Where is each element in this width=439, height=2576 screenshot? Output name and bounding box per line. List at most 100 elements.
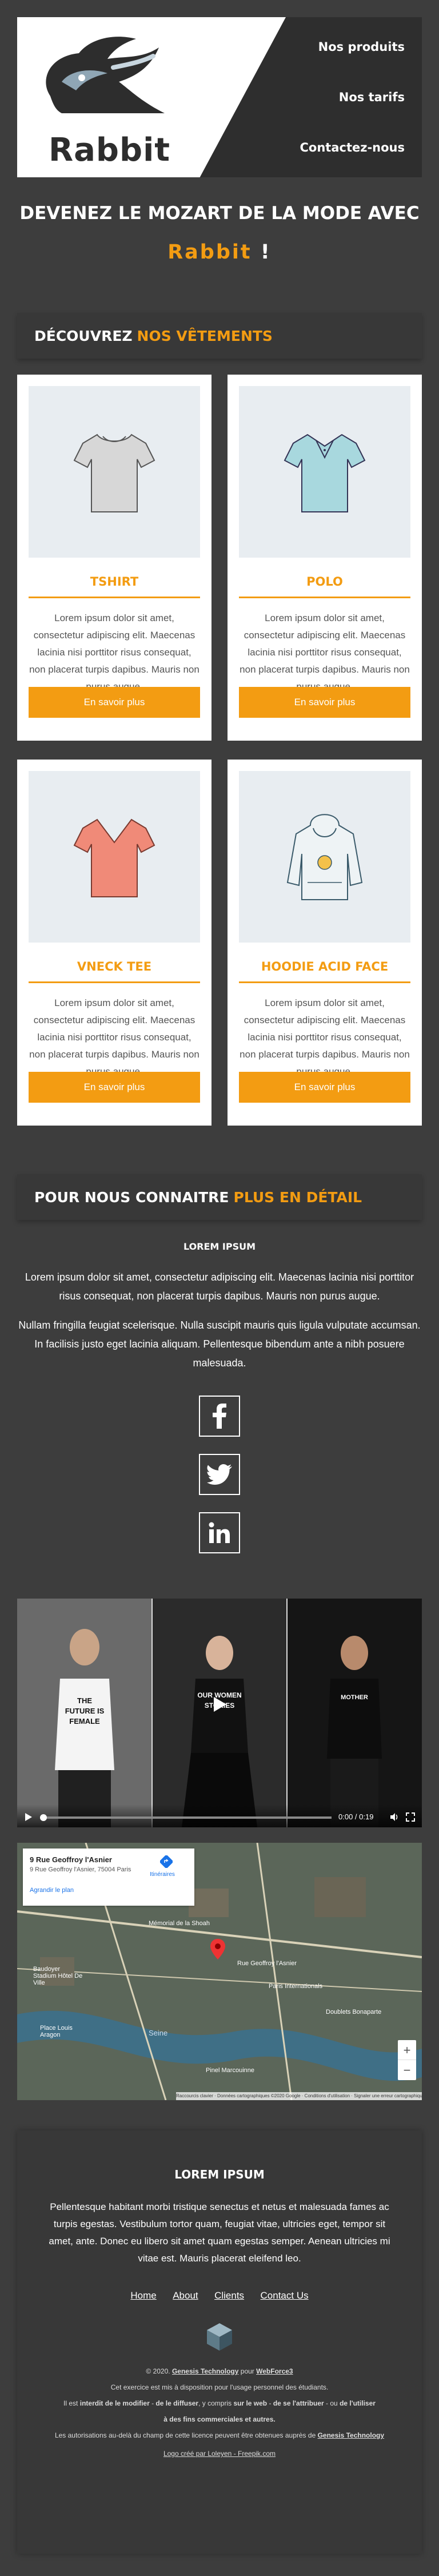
footer-link-contact[interactable]: Contact Us bbox=[261, 2290, 309, 2301]
footer-link-home[interactable]: Home bbox=[130, 2290, 156, 2301]
footer-text: Pellentesque habitant morbi tristique se… bbox=[49, 2201, 390, 2264]
hero-brand-line: Rabbit ! bbox=[0, 241, 439, 264]
vneck-tee-icon bbox=[73, 818, 155, 897]
twitter-icon bbox=[207, 1464, 232, 1485]
footer-notice-3: à des fins commerciales et autres. bbox=[17, 2411, 422, 2427]
zoom-in-button[interactable]: + bbox=[398, 2040, 416, 2060]
map-embed[interactable]: Mémorial de la Shoah Baudoyer Stadium Hô… bbox=[17, 1843, 422, 2100]
hero-brand: Rabbit bbox=[167, 241, 252, 264]
learn-more-button[interactable]: En savoir plus bbox=[29, 1072, 200, 1103]
nav-link-contact[interactable]: Contactez-nous bbox=[300, 141, 405, 154]
site-header: Rabbit Nos produits Nos tarifs Contactez… bbox=[17, 17, 422, 177]
polo-icon bbox=[284, 434, 366, 512]
logo-credit-link[interactable]: Logo créé par Loleyen - Freepik.com bbox=[163, 2450, 276, 2458]
hoodie-icon bbox=[286, 814, 363, 900]
about-title-highlight: PLUS EN DÉTAIL bbox=[233, 1188, 362, 1206]
volume-icon[interactable] bbox=[390, 1812, 399, 1822]
product-image bbox=[239, 386, 410, 558]
genesis-logo-icon bbox=[207, 2323, 232, 2351]
map-label-place-louis-aragon: Place Louis Aragon bbox=[40, 2025, 73, 2038]
learn-more-button[interactable]: En savoir plus bbox=[29, 687, 200, 718]
notice-part: - bbox=[267, 2399, 273, 2407]
product-title: TSHIRT bbox=[29, 575, 200, 598]
twitter-link[interactable] bbox=[199, 1454, 240, 1495]
hero-headline: DEVENEZ LE MOZART DE LA MODE AVEC bbox=[19, 203, 420, 224]
map-zoom-controls: + − bbox=[398, 2040, 416, 2080]
products-section-title: DÉCOUVREZ NOS VÊTEMENTS bbox=[17, 313, 422, 359]
product-title: VNECK TEE bbox=[29, 960, 200, 983]
map-label-pinel: Pinel Marcouinne bbox=[206, 2067, 254, 2074]
about-paragraph-2: Nullam fringilla feugiat scelerisque. Nu… bbox=[18, 1319, 421, 1369]
copyright-company[interactable]: Genesis Technology bbox=[172, 2367, 238, 2375]
map-directions-label[interactable]: Itinéraires bbox=[150, 1871, 175, 1878]
progress-handle[interactable] bbox=[40, 1814, 47, 1821]
copyright-prefix: © 2020. bbox=[146, 2367, 172, 2375]
video-player[interactable]: THE FUTURE IS FEMALE OUR WOMEN STORIES M… bbox=[17, 1599, 422, 1827]
footer-link-about[interactable]: About bbox=[173, 2290, 198, 2301]
about-title-prefix: POUR NOUS CONNAITRE bbox=[34, 1188, 229, 1206]
main-nav: Nos produits Nos tarifs Contactez-nous bbox=[300, 40, 405, 191]
footer-notice-2: Il est interdit de le modifier - de le d… bbox=[17, 2395, 422, 2411]
learn-more-button[interactable]: En savoir plus bbox=[239, 1072, 410, 1103]
progress-bar[interactable] bbox=[40, 1816, 332, 1819]
notice-part: sur le web bbox=[233, 2399, 268, 2407]
map-enlarge-link[interactable]: Agrandir le plan bbox=[30, 1887, 187, 1894]
map-label-seine: Seine bbox=[149, 2029, 168, 2037]
footer-notice-4: Les autorisations au-delà du champ de ce… bbox=[48, 2427, 391, 2443]
directions-icon[interactable] bbox=[160, 1855, 173, 1868]
zoom-out-button[interactable]: − bbox=[398, 2060, 416, 2080]
hero-exclaim: ! bbox=[252, 241, 272, 264]
logo[interactable]: Rabbit bbox=[17, 17, 286, 177]
notice-part: - ou bbox=[324, 2399, 340, 2407]
product-card-hoodie: HOODIE ACID FACE Lorem ipsum dolor sit a… bbox=[228, 760, 422, 1126]
nav-link-pricing[interactable]: Nos tarifs bbox=[300, 90, 405, 104]
notice-part: Les autorisations au-delà du champ de ce… bbox=[54, 2431, 318, 2439]
notice-part: de le diffuser bbox=[155, 2399, 199, 2407]
product-title: POLO bbox=[239, 575, 410, 598]
nav-link-products[interactable]: Nos produits bbox=[300, 40, 405, 54]
product-card-vneck: VNECK TEE Lorem ipsum dolor sit amet, co… bbox=[17, 760, 211, 1126]
copyright-client[interactable]: WebForce3 bbox=[256, 2367, 293, 2375]
product-card-polo: POLO Lorem ipsum dolor sit amet, consect… bbox=[228, 375, 422, 741]
footer-copyright: © 2020. Genesis Technology pour WebForce… bbox=[17, 2363, 422, 2379]
footer-link-clients[interactable]: Clients bbox=[214, 2290, 244, 2301]
facebook-link[interactable] bbox=[199, 1396, 240, 1437]
map-address-line: 9 Rue Geoffroy l'Asnier, 75004 Paris bbox=[30, 1866, 131, 1873]
copyright-mid: pour bbox=[238, 2367, 257, 2375]
map-label-hotel-de-ville: Baudoyer Stadium Hôtel De Ville bbox=[33, 1966, 83, 1986]
product-description: Lorem ipsum dolor sit amet, consectetur … bbox=[240, 613, 410, 692]
linkedin-link[interactable] bbox=[199, 1512, 240, 1553]
genesis-link[interactable]: Genesis Technology bbox=[318, 2431, 384, 2439]
linkedin-icon bbox=[209, 1522, 230, 1543]
fullscreen-icon[interactable] bbox=[406, 1812, 415, 1822]
play-icon[interactable] bbox=[24, 1812, 33, 1822]
products-title-highlight: NOS VÊTEMENTS bbox=[137, 327, 273, 344]
map-pin-icon[interactable] bbox=[210, 1939, 225, 1959]
map-label-memorial: Mémorial de la Shoah bbox=[149, 1920, 210, 1927]
play-button[interactable] bbox=[211, 1696, 228, 1713]
video-controls: 0:00 / 0:19 bbox=[17, 1804, 422, 1827]
map-label-paris-internationals: Paris Internationals bbox=[269, 1983, 323, 1990]
brand-name: Rabbit bbox=[49, 132, 171, 169]
footer-notice-1: Cet exercice est mis à disposition pour … bbox=[110, 2383, 329, 2391]
products-title-prefix: DÉCOUVREZ bbox=[34, 327, 133, 344]
video-time: 0:00 / 0:19 bbox=[338, 1812, 374, 1821]
learn-more-button[interactable]: En savoir plus bbox=[239, 687, 410, 718]
footer-title: LOREM IPSUM bbox=[174, 2168, 265, 2181]
hero: DEVENEZ LE MOZART DE LA MODE AVEC Rabbit… bbox=[0, 203, 439, 264]
product-card-tshirt: TSHIRT Lorem ipsum dolor sit amet, conse… bbox=[17, 375, 211, 741]
about-content: LOREM IPSUM Lorem ipsum dolor sit amet, … bbox=[0, 1241, 439, 1553]
map-info-card: 9 Rue Geoffroy l'Asnier 9 Rue Geoffroy l… bbox=[23, 1848, 194, 1906]
notice-part: de se l'attribuer bbox=[273, 2399, 324, 2407]
notice-part: - bbox=[149, 2399, 156, 2407]
site-footer: LOREM IPSUM Pellentesque habitant morbi … bbox=[17, 2130, 422, 2554]
rabbit-logo-icon bbox=[46, 37, 165, 113]
shirt-text-1: THE FUTURE IS FEMALE bbox=[65, 1696, 105, 1726]
footer-links: Home About Clients Contact Us bbox=[17, 2290, 422, 2301]
map-label-street: Rue Geoffroy l'Asnier bbox=[237, 1960, 297, 1967]
map-attribution: Raccourcis clavier · Données cartographi… bbox=[176, 2092, 422, 2100]
notice-part: de l'utiliser bbox=[340, 2399, 376, 2407]
product-description: Lorem ipsum dolor sit amet, consectetur … bbox=[240, 997, 410, 1077]
product-description: Lorem ipsum dolor sit amet, consectetur … bbox=[29, 997, 199, 1077]
product-image bbox=[29, 386, 200, 558]
